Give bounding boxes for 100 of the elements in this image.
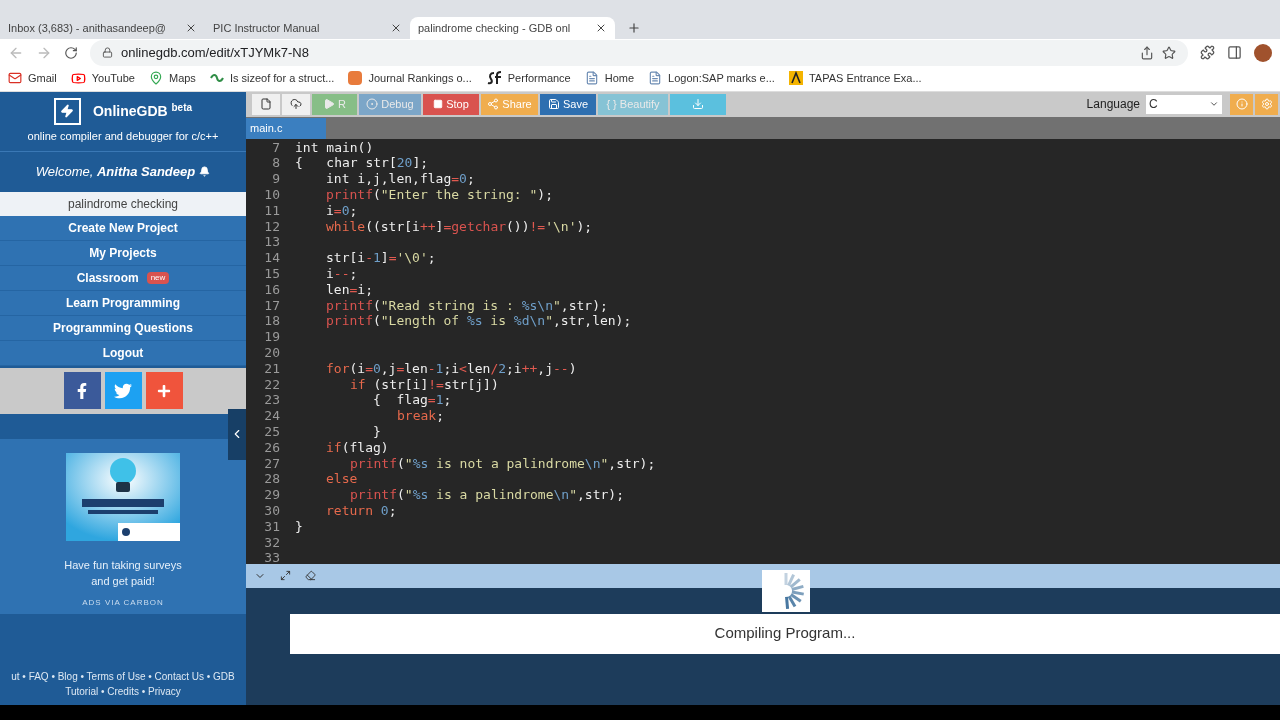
welcome-text: Welcome, Anitha Sandeep <box>35 162 196 181</box>
line-number: 11 <box>263 202 280 219</box>
page-icon <box>584 71 599 86</box>
code-line: else <box>326 471 358 487</box>
code-line: if (str[i]!=str[j]) <box>350 376 499 392</box>
line-number: 25 <box>263 423 280 440</box>
expand-icon[interactable] <box>280 570 291 582</box>
code-line: i--; <box>326 266 358 281</box>
code-line: int main() <box>295 139 374 155</box>
language-select[interactable]: C <box>1146 94 1222 114</box>
page-icon <box>648 71 663 86</box>
twitter-button[interactable] <box>104 372 142 410</box>
code-line: break; <box>397 408 444 424</box>
bookmark[interactable]: YouTube <box>70 70 135 87</box>
spinner-icon <box>762 569 810 612</box>
bell-icon[interactable] <box>199 166 211 178</box>
bookmark[interactable]: Logon:SAP marks e... <box>648 70 775 87</box>
close-icon[interactable] <box>390 22 402 34</box>
file-tab[interactable]: main.c <box>246 117 326 139</box>
upload-icon <box>290 98 302 111</box>
sf-logo-icon <box>485 71 502 86</box>
collapse-button[interactable] <box>228 408 246 460</box>
line-number: 29 <box>263 487 280 503</box>
extensions-icon[interactable] <box>1200 45 1215 61</box>
plus-icon <box>157 383 171 398</box>
code-line: } <box>373 423 381 439</box>
status-text: Compiling Program... <box>714 623 856 644</box>
video-icon <box>70 70 86 86</box>
ad-caption[interactable]: Have fun taking surveys and get paid! <box>58 556 188 589</box>
more-share-button[interactable] <box>145 372 183 410</box>
share-icon[interactable] <box>1140 45 1154 60</box>
line-number: 16 <box>263 281 280 298</box>
line-number: 28 <box>263 471 280 488</box>
code-line: for(i=0,j=len-1;i<len/2;i++,j--) <box>326 360 577 376</box>
tab-title: Inbox (3,683) - anithasandeep@ <box>8 20 166 36</box>
upload-button[interactable] <box>282 93 310 115</box>
leaf-icon <box>209 73 224 84</box>
reload-icon[interactable] <box>64 45 78 60</box>
new-file-icon <box>260 98 272 111</box>
code-line: while((str[i++]=getchar())!='\n'); <box>326 218 593 234</box>
avatar[interactable] <box>1254 43 1272 62</box>
line-number: 12 <box>263 218 280 235</box>
line-number: 22 <box>263 376 280 393</box>
code-line: printf("%s is a palindrome\n",str); <box>350 487 624 503</box>
code-line: printf("Length of %s is %d\n",str,len); <box>326 313 632 329</box>
line-number: 7 <box>271 139 280 156</box>
menu-link[interactable]: Logout <box>102 343 144 362</box>
line-number: 18 <box>263 313 280 330</box>
bookmark[interactable]: Gmail <box>8 70 57 87</box>
menu-link[interactable]: Classroom <box>76 268 139 287</box>
download-icon <box>692 98 704 111</box>
line-number: 8 <box>271 155 280 172</box>
bookmark[interactable]: Maps <box>148 70 196 87</box>
code-line: { char str[20]; <box>295 155 429 171</box>
ad-note[interactable]: ADS VIA CARBON <box>82 596 164 609</box>
line-number: 23 <box>263 392 280 409</box>
debug-icon <box>366 98 379 111</box>
footer-links[interactable]: ut • FAQ • Blog • Terms of Use • Contact Us • GDB <box>11 668 235 684</box>
code-line: len=i; <box>326 281 373 297</box>
close-icon[interactable] <box>595 22 607 34</box>
save-icon <box>547 98 560 111</box>
bookmark[interactable]: Home <box>584 70 635 87</box>
facebook-button[interactable] <box>63 372 101 410</box>
code-line: printf("%s is not a palindrome\n",str); <box>350 455 656 471</box>
line-number: 26 <box>263 439 280 456</box>
address-field[interactable]: onlinegdb.com/edit/xTJYMk7-N8 <box>90 39 1188 66</box>
bookmark[interactable]: Performance <box>485 70 571 87</box>
bookmark[interactable]: TAPAS Entrance Exa... <box>788 70 922 87</box>
bird-icon <box>114 381 132 400</box>
line-number: 21 <box>263 360 280 377</box>
line-number: 13 <box>263 234 280 251</box>
new-button[interactable] <box>252 93 280 115</box>
tab-title: palindrome checking - GDB onl <box>418 20 571 36</box>
lock-icon <box>102 47 113 59</box>
line-number: 19 <box>263 329 280 345</box>
new-tab-icon[interactable] <box>627 21 641 35</box>
triangle-logo-icon <box>788 71 803 86</box>
new-badge: new <box>146 271 170 284</box>
journal-icon <box>348 71 363 86</box>
settings-icon <box>1260 98 1273 111</box>
browser-tab[interactable]: palindrome checking - GDB onl <box>410 17 615 39</box>
line-number: 17 <box>263 297 280 314</box>
project-name[interactable]: palindrome checking <box>0 191 246 216</box>
save-button[interactable]: Save <box>540 93 596 115</box>
info-icon <box>1235 98 1248 111</box>
star-icon[interactable] <box>1162 45 1176 60</box>
line-number: 33 <box>263 550 280 564</box>
footer-links[interactable]: Tutorial • Credits • Privacy <box>65 683 181 699</box>
close-icon[interactable] <box>185 22 197 34</box>
clear-icon[interactable] <box>305 570 316 582</box>
bookmark[interactable]: Is sizeof for a struct... <box>209 70 335 87</box>
bookmark[interactable]: Journal Rankings o... <box>348 70 472 87</box>
code-line: printf("Enter the string: "); <box>326 187 553 202</box>
code-line: if(flag) <box>326 439 389 455</box>
stop-button[interactable]: Stop <box>423 93 479 115</box>
logo-icon <box>53 97 81 125</box>
language-label: Language <box>1086 96 1140 114</box>
code-line: str[i-1]='\0'; <box>326 250 436 266</box>
side-panel-icon[interactable] <box>1227 45 1242 61</box>
tab-title: PIC Instructor Manual <box>213 20 320 36</box>
